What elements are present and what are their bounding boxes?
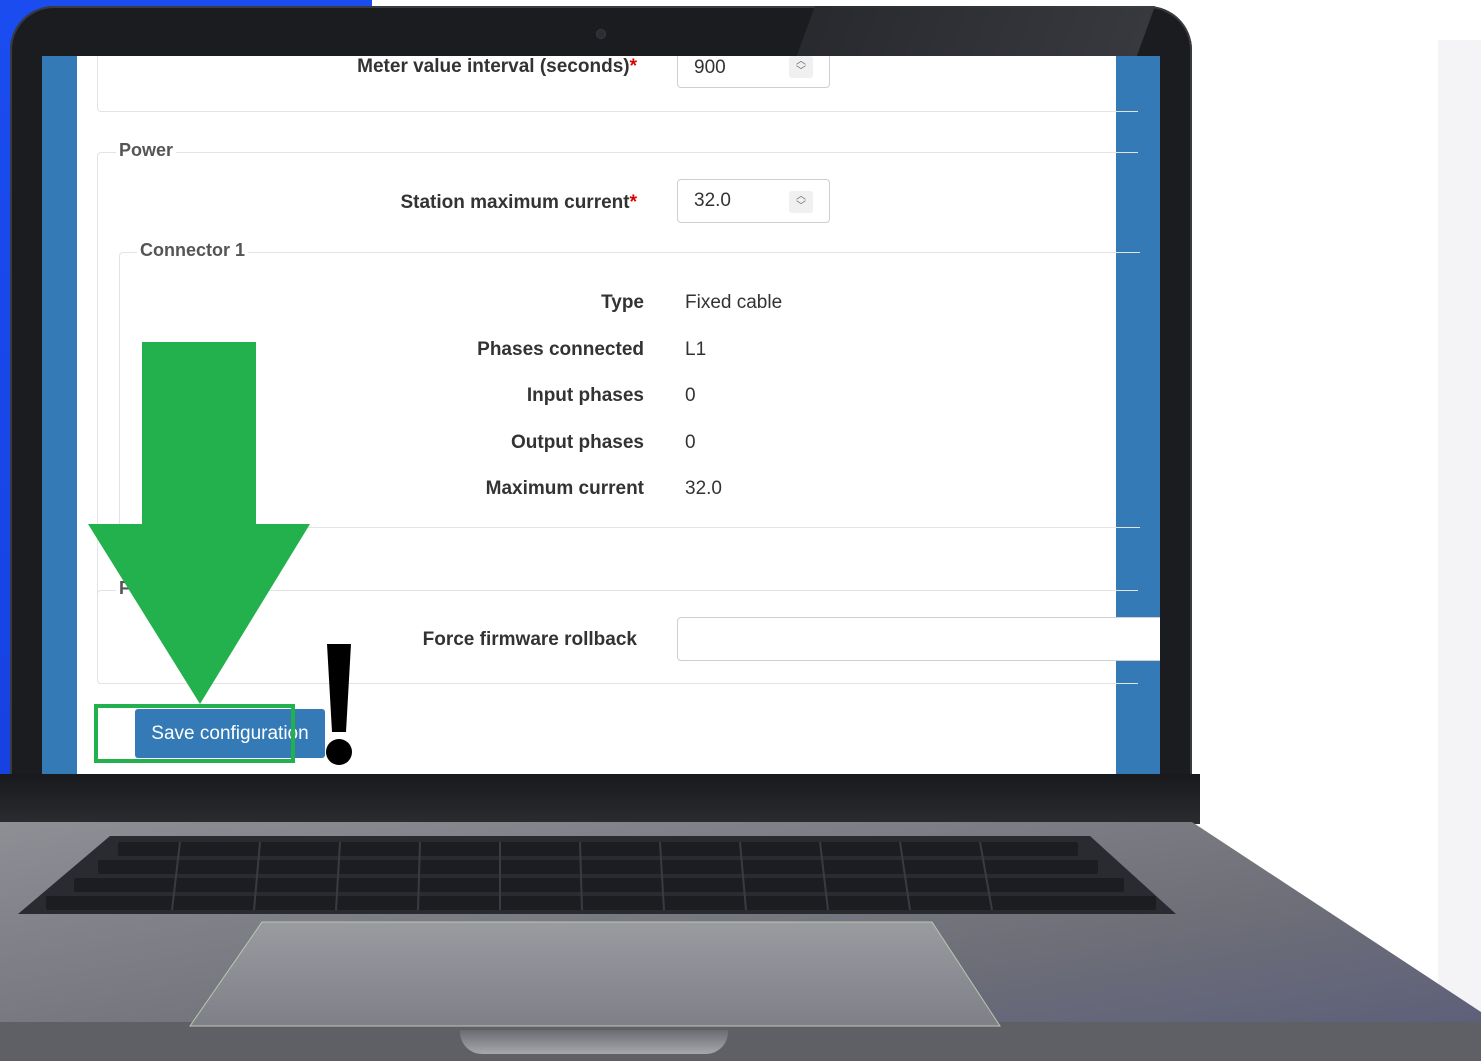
exclamation-icon <box>326 644 352 765</box>
connector-type-value: Fixed cable <box>685 292 783 313</box>
lid-shine <box>796 6 1155 56</box>
station-max-current-label: Station maximum current* <box>400 192 637 213</box>
down-arrow-icon <box>88 342 310 704</box>
phases-connected-value: L1 <box>685 339 707 360</box>
laptop-keyboard-base <box>0 822 1481 1061</box>
up-down-chevron-icon[interactable]: ︿ ﹀ <box>789 191 813 213</box>
output-phases-value: 0 <box>685 432 696 453</box>
station-max-current-input[interactable]: 32.0 ︿ ﹀ <box>677 179 830 223</box>
connector-type-label: Type <box>601 292 644 313</box>
maximum-current-label: Maximum current <box>485 478 644 499</box>
input-phases-value: 0 <box>685 385 696 406</box>
save-button-highlight <box>94 704 295 763</box>
output-phases-label: Output phases <box>510 432 644 453</box>
station-max-current-value: 32.0 <box>694 190 731 211</box>
force-rollback-label: Force firmware rollback <box>422 629 637 650</box>
phases-connected-label: Phases connected <box>477 339 644 360</box>
laptop-notch <box>460 1030 728 1054</box>
input-phases-label: Input phases <box>526 385 644 406</box>
up-down-chevron-icon[interactable]: ︿ ﹀ <box>789 56 813 78</box>
connector-legend: Connector 1 <box>137 240 249 261</box>
force-rollback-input[interactable] <box>677 617 1160 661</box>
meter-interval-value: 900 <box>694 57 726 78</box>
laptop-hinge <box>0 774 1200 824</box>
maximum-current-value: 32.0 <box>685 478 722 499</box>
meter-interval-input[interactable]: 900 ︿ ﹀ <box>677 56 830 88</box>
camera-icon <box>596 29 606 39</box>
power-legend: Power <box>116 140 177 161</box>
meter-interval-label: Meter value interval (seconds)* <box>357 56 637 77</box>
